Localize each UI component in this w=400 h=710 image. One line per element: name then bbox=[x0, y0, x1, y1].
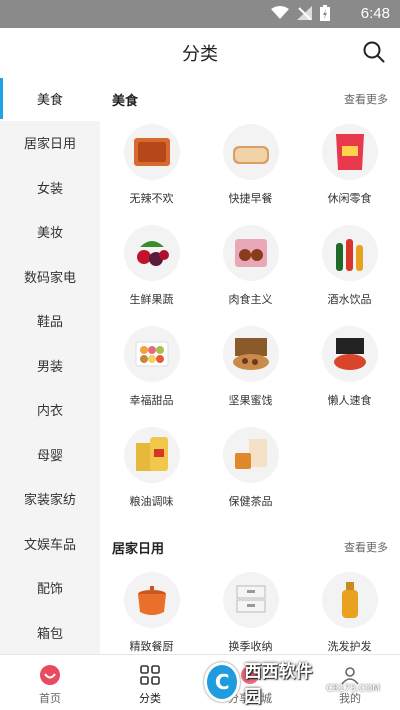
sidebar-item-wenyu[interactable]: 文娱车品 bbox=[0, 521, 100, 566]
section-title: 美食 bbox=[112, 94, 139, 109]
clock-time: 6:48 bbox=[360, 5, 390, 22]
snack-bag-thumbnail bbox=[321, 124, 378, 180]
subcategory-item[interactable]: 保健茶品 bbox=[201, 423, 300, 524]
sidebar-item-meizhuang[interactable]: 美妆 bbox=[0, 210, 100, 255]
sidebar-item-muying[interactable]: 母婴 bbox=[0, 432, 100, 477]
sidebar-item-nanzhuang[interactable]: 男装 bbox=[0, 343, 100, 388]
macaron-thumbnail bbox=[123, 326, 180, 382]
page-title: 分类 bbox=[182, 44, 218, 65]
sidebar-item-neiyi[interactable]: 内衣 bbox=[0, 388, 100, 433]
category-sidebar: 美食 居家日用 女装 美妆 数码家电 鞋品 男装 内衣 母婴 家装家纺 文娱车品… bbox=[0, 76, 100, 654]
watermark-overlay: C 西西软件园 CR173.COM bbox=[204, 660, 380, 707]
subcategory-item[interactable]: 幸福甜品 bbox=[102, 322, 201, 423]
tab-home[interactable]: 首页 bbox=[0, 655, 100, 710]
grid-icon bbox=[138, 663, 162, 687]
sidebar-item-jiaju[interactable]: 居家日用 bbox=[0, 121, 100, 166]
subcategory-item[interactable]: 生鲜果蔬 bbox=[102, 221, 201, 322]
sidebar-item-nvzhuang[interactable]: 女装 bbox=[0, 165, 100, 210]
watermark-logo: C bbox=[204, 662, 241, 702]
battery-icon bbox=[320, 5, 330, 21]
see-more-link[interactable]: 查看更多 bbox=[344, 91, 388, 107]
status-bar: 6:48 bbox=[0, 0, 400, 28]
subcategory-item[interactable]: 休闲零食 bbox=[300, 120, 399, 221]
no-signal-icon bbox=[297, 6, 312, 20]
storage-drawer-thumbnail bbox=[222, 572, 279, 628]
see-more-link[interactable]: 查看更多 bbox=[344, 539, 388, 555]
section-header-jiaju: 居家日用 查看更多 bbox=[100, 524, 400, 568]
meat-thumbnail bbox=[222, 225, 279, 281]
sidebar-item-shuma[interactable]: 数码家电 bbox=[0, 254, 100, 299]
sidebar-item-xiangbao[interactable]: 箱包 bbox=[0, 610, 100, 654]
category-content: 美食 查看更多 无辣不欢 快捷早餐 休闲零食 生鲜果蔬 肉食主义 酒水饮品 幸福… bbox=[100, 76, 400, 654]
tea-thumbnail bbox=[222, 427, 279, 483]
fruit-thumbnail bbox=[123, 225, 180, 281]
subcategory-grid: 精致餐厨 换季收纳 洗发护发 bbox=[100, 568, 400, 654]
sidebar-item-jiazhuang[interactable]: 家装家纺 bbox=[0, 477, 100, 522]
watermark-text: 西西软件园 bbox=[244, 662, 313, 707]
page-header: 分类 bbox=[0, 28, 400, 76]
subcategory-item[interactable]: 无辣不欢 bbox=[102, 120, 201, 221]
subcategory-item[interactable]: 换季收纳 bbox=[201, 568, 300, 654]
instant-noodle-thumbnail bbox=[321, 326, 378, 382]
drinks-thumbnail bbox=[321, 225, 378, 281]
section-title: 居家日用 bbox=[112, 542, 165, 557]
tab-category[interactable]: 分类 bbox=[100, 655, 200, 710]
subcategory-item[interactable]: 坚果蜜饯 bbox=[201, 322, 300, 423]
nuts-thumbnail bbox=[222, 326, 279, 382]
oil-thumbnail bbox=[123, 427, 180, 483]
section-header-meishi: 美食 查看更多 bbox=[100, 76, 400, 120]
watermark-subtext: CR173.COM bbox=[326, 684, 380, 694]
wifi-icon bbox=[271, 6, 289, 19]
sidebar-item-xiepin[interactable]: 鞋品 bbox=[0, 299, 100, 344]
sidebar-item-peishi[interactable]: 配饰 bbox=[0, 566, 100, 611]
subcategory-item[interactable]: 快捷早餐 bbox=[201, 120, 300, 221]
search-icon[interactable] bbox=[362, 40, 386, 64]
bread-thumbnail bbox=[222, 124, 279, 180]
home-icon bbox=[38, 663, 62, 687]
subcategory-item[interactable]: 懒人速食 bbox=[300, 322, 399, 423]
shampoo-thumbnail bbox=[321, 572, 378, 628]
subcategory-item[interactable]: 酒水饮品 bbox=[300, 221, 399, 322]
subcategory-item[interactable]: 肉食主义 bbox=[201, 221, 300, 322]
subcategory-item[interactable]: 粮油调味 bbox=[102, 423, 201, 524]
spicy-food-thumbnail bbox=[123, 124, 180, 180]
subcategory-item[interactable]: 精致餐厨 bbox=[102, 568, 201, 654]
cookware-thumbnail bbox=[123, 572, 180, 628]
subcategory-grid: 无辣不欢 快捷早餐 休闲零食 生鲜果蔬 肉食主义 酒水饮品 幸福甜品 坚果蜜饯 bbox=[100, 120, 400, 524]
subcategory-item[interactable]: 洗发护发 bbox=[300, 568, 399, 654]
sidebar-item-meishi[interactable]: 美食 bbox=[0, 76, 100, 121]
